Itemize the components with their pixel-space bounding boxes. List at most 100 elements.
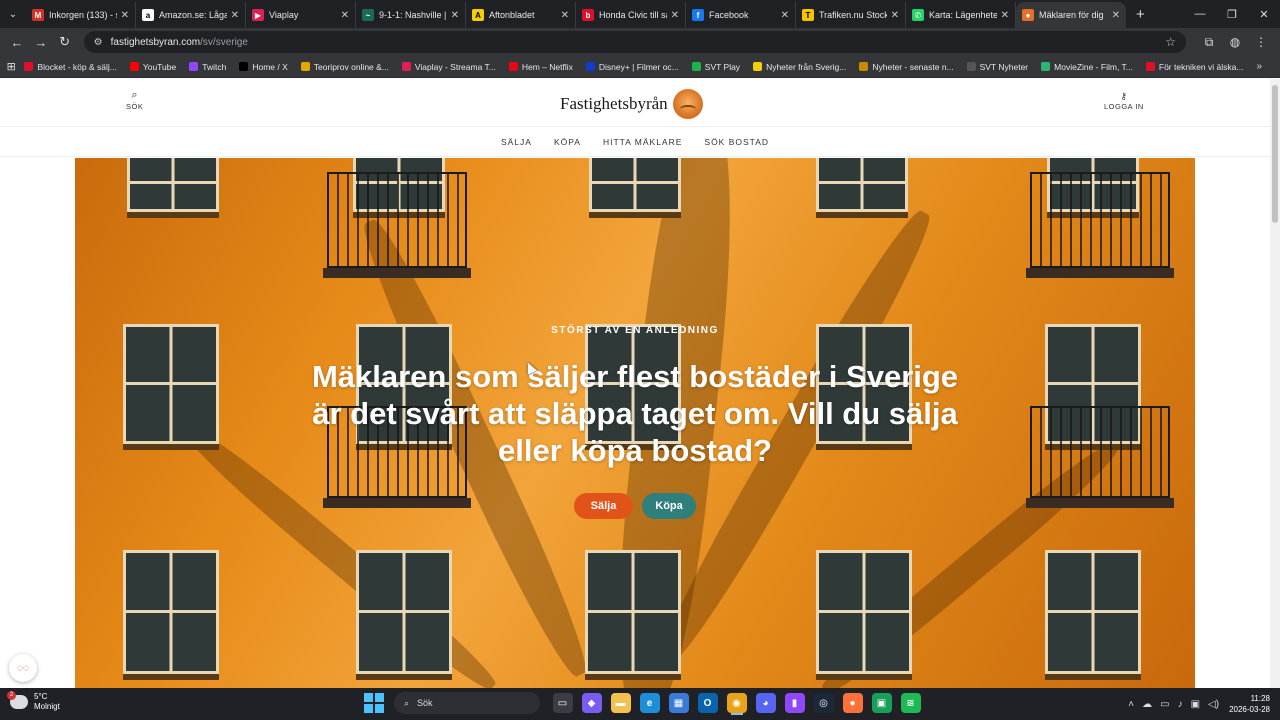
viaplay-icon xyxy=(401,62,411,71)
bookmark-item[interactable]: Disney+ | Filmer oc... xyxy=(585,62,679,72)
close-window-icon[interactable]: ✕ xyxy=(1248,8,1280,21)
profile-avatar[interactable]: ◍ xyxy=(1222,35,1248,50)
twitch-icon[interactable]: ▮ xyxy=(784,693,805,713)
outlook-icon[interactable]: O xyxy=(697,693,718,713)
bookmark-item[interactable]: SVT Play xyxy=(691,62,740,72)
browser-tab[interactable]: M Inkorgen (133) - s ✕ xyxy=(26,2,136,28)
tab-title: 9-1-1: Nashville | xyxy=(379,10,447,20)
disney-icon xyxy=(585,62,595,71)
task-view-icon[interactable]: ▭ xyxy=(552,693,573,713)
reload-icon[interactable]: ↻ xyxy=(54,34,76,50)
tab-search-icon[interactable]: ⌄ xyxy=(0,0,26,28)
close-tab-icon[interactable]: ✕ xyxy=(231,10,239,21)
browser-tab[interactable]: b Honda Civic till sa ✕ xyxy=(576,2,686,28)
close-tab-icon[interactable]: ✕ xyxy=(891,10,899,21)
minimize-icon[interactable]: — xyxy=(1184,8,1216,20)
discord-icon[interactable]: ◕ xyxy=(755,693,776,713)
bookmark-item[interactable]: Hem – Netflix xyxy=(508,62,573,72)
scrollbar-thumb[interactable] xyxy=(1272,85,1278,223)
menu-icon[interactable]: ⋮ xyxy=(1248,35,1274,50)
extensions-icon[interactable]: ⧉ xyxy=(1196,35,1222,50)
volume-icon[interactable]: ◁) xyxy=(1208,699,1219,710)
close-tab-icon[interactable]: ✕ xyxy=(1112,10,1120,21)
taskbar-search[interactable]: ⌕ Sök xyxy=(394,692,540,714)
bookmark-item[interactable]: Twitch xyxy=(189,62,226,72)
display-icon[interactable]: ▣ xyxy=(1191,699,1200,710)
page-scrollbar[interactable] xyxy=(1270,79,1280,688)
browser-tab[interactable]: a Amazon.se: Låga ✕ xyxy=(136,2,246,28)
windows-taskbar: 2 5°C Molnigt ⌕ Sök ▭ ◆ ▬ e ▦ O ◉ ◕ ▮ ◎ ● ▣ ≋ ˄ ☁ ▭ … xyxy=(0,688,1280,720)
browser-tab[interactable]: ● Mäklaren för dig ✕ xyxy=(1016,2,1126,28)
cloud-icon: 2 xyxy=(7,691,28,709)
browser-tab[interactable]: f Facebook ✕ xyxy=(686,2,796,28)
file-explorer-icon[interactable]: ▬ xyxy=(610,693,631,713)
edge-icon[interactable]: e xyxy=(639,693,660,713)
taskbar-search-label: Sök xyxy=(417,698,433,708)
search-icon: ⌕ xyxy=(131,89,138,101)
close-tab-icon[interactable]: ✕ xyxy=(1001,10,1009,21)
bookmark-item[interactable]: Viaplay - Streama T... xyxy=(401,62,496,72)
login-label: LOGGA IN xyxy=(1104,102,1144,111)
nav-salja[interactable]: SÄLJA xyxy=(501,137,532,147)
close-tab-icon[interactable]: ✕ xyxy=(781,10,789,21)
firefox-icon[interactable]: ● xyxy=(842,693,863,713)
spotify-icon[interactable]: ≋ xyxy=(900,693,921,713)
cookie-settings-icon[interactable]: ◌◌ xyxy=(9,654,37,682)
sell-button[interactable]: Sälja xyxy=(574,493,633,519)
pinned-apps: ▭ ◆ ▬ e ▦ O ◉ ◕ ▮ ◎ ● ▣ ≋ xyxy=(548,693,925,713)
forward-icon[interactable]: → xyxy=(30,35,52,50)
address-bar[interactable]: ⚙ fastighetsbyran.com/sv/sverige ☆ xyxy=(83,31,1187,53)
close-tab-icon[interactable]: ✕ xyxy=(451,10,459,21)
tray-overflow-icon[interactable]: ˄ xyxy=(1128,699,1134,710)
apps-grid-icon[interactable]: ⊞ xyxy=(4,60,18,73)
start-button[interactable] xyxy=(364,693,384,713)
nav-kopa[interactable]: KÖPA xyxy=(554,137,581,147)
browser-tab[interactable]: A Aftonbladet ✕ xyxy=(466,2,576,28)
tab-list: M Inkorgen (133) - s ✕ a Amazon.se: Låga ✕ ▶ Vi… xyxy=(26,0,1126,28)
browser-tab[interactable]: ▶ Viaplay ✕ xyxy=(246,2,356,28)
bookmark-item[interactable]: Teoriprov online &... xyxy=(300,62,389,72)
steam-icon[interactable]: ◎ xyxy=(813,693,834,713)
store-icon[interactable]: ▦ xyxy=(668,693,689,713)
onedrive-icon[interactable]: ☁ xyxy=(1142,699,1152,710)
browser-toolbar: ← → ↻ ⚙ fastighetsbyran.com/sv/sverige ☆… xyxy=(0,28,1280,56)
mic-icon[interactable]: ♪ xyxy=(1178,699,1183,710)
bookmark-item[interactable]: För tekniken vi älska... xyxy=(1145,62,1243,72)
bookmark-item[interactable]: Nyheter - senaste n... xyxy=(859,62,954,72)
maximize-icon[interactable]: ❐ xyxy=(1216,8,1248,21)
close-tab-icon[interactable]: ✕ xyxy=(671,10,679,21)
close-tab-icon[interactable]: ✕ xyxy=(121,10,129,21)
xbox-icon[interactable]: ▣ xyxy=(871,693,892,713)
browser-tab[interactable]: T Trafiken.nu Stock ✕ xyxy=(796,2,906,28)
site-info-icon[interactable]: ⚙ xyxy=(94,37,103,48)
bookmark-item[interactable]: Home / X xyxy=(239,62,288,72)
browser-tab[interactable]: ✆ Karta: Lägenheter ✕ xyxy=(906,2,1016,28)
clock[interactable]: 11:28 2026-03-28 xyxy=(1229,693,1270,715)
login-button[interactable]: ⚷ LOGGA IN xyxy=(1104,91,1144,111)
bookmark-item[interactable]: YouTube xyxy=(129,62,176,72)
network-icon[interactable]: ▭ xyxy=(1160,699,1169,710)
browser-tab[interactable]: ~9-1-1: Nashville | ✕ xyxy=(356,2,466,28)
chrome-icon[interactable]: ◉ xyxy=(726,693,747,713)
netflix-icon xyxy=(508,62,518,71)
bookmark-item[interactable]: Blocket - köp & sälj... xyxy=(24,62,117,72)
site-search-button[interactable]: ⌕ SÖK xyxy=(126,89,143,111)
back-icon[interactable]: ← xyxy=(6,35,28,50)
new-tab-button[interactable]: + xyxy=(1126,6,1155,23)
bookmark-star-icon[interactable]: ☆ xyxy=(1165,35,1176,49)
expressen-icon xyxy=(859,62,869,71)
nav-sok-bostad[interactable]: SÖK BOSTAD xyxy=(704,137,769,147)
copilot-icon[interactable]: ◆ xyxy=(581,693,602,713)
bookmark-item[interactable]: MovieZine - Film, T... xyxy=(1041,62,1133,72)
buy-button[interactable]: Köpa xyxy=(642,493,696,519)
more-bookmarks-icon[interactable]: » xyxy=(1256,61,1262,72)
bookmark-item[interactable]: Nyheter från Sverig... xyxy=(753,62,846,72)
hero-eyebrow: STÖRST AV EN ANLEDNING xyxy=(551,325,719,336)
bookmark-item[interactable]: SVT Nyheter xyxy=(966,62,1028,72)
bookmark-label: Nyheter från Sverig... xyxy=(766,61,847,72)
site-logo[interactable]: Fastighetsbyrån xyxy=(560,89,703,119)
weather-widget[interactable]: 2 5°C Molnigt xyxy=(7,691,60,712)
nav-hitta-maklare[interactable]: HITTA MÄKLARE xyxy=(603,137,682,147)
close-tab-icon[interactable]: ✕ xyxy=(561,10,569,21)
close-tab-icon[interactable]: ✕ xyxy=(341,10,349,21)
